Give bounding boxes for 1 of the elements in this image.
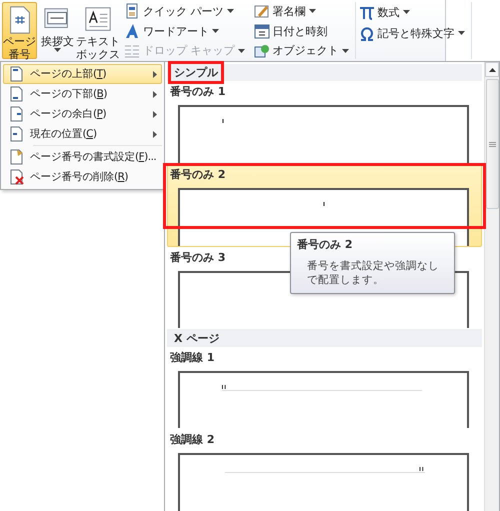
tooltip-text: 番号を書式設定や強調なしで配置します。 — [306, 259, 440, 287]
